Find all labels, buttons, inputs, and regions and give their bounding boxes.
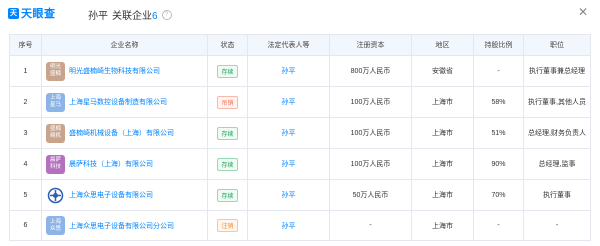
row-index: 5 [9, 179, 42, 211]
col-header-capital: 注册资本 [329, 34, 412, 56]
row-index: 6 [9, 210, 42, 241]
row-index: 1 [9, 55, 42, 87]
position: - [523, 210, 591, 241]
region: 上海市 [411, 86, 474, 118]
close-icon[interactable]: ✕ [578, 5, 588, 19]
region: 上海市 [411, 210, 474, 241]
legal-rep-link[interactable]: 孙平 [282, 68, 296, 75]
row-index: 4 [9, 148, 42, 180]
registered-capital: 800万人民币 [329, 55, 412, 87]
table-header-row: 序号 企业名称 状态 法定代表人等 注册资本 地区 持股比例 职位 [9, 34, 591, 56]
company-logo: 上海 众思 [46, 216, 65, 235]
legal-rep-link[interactable]: 孙平 [282, 99, 296, 106]
company-logo: 盛楠 崎机 [46, 123, 65, 143]
registered-capital: - [329, 210, 412, 241]
position: 总经理,监事 [523, 148, 591, 180]
table-row: 1 明光 盛楠 明光盛楠崎生物科技有限公司 存续 孙平 800万人民币 安徽省 … [9, 55, 591, 87]
logo-mark: 天 [8, 7, 19, 19]
related-count: 6 [152, 11, 158, 22]
tianyancha-logo: 天 天眼查 [8, 6, 56, 20]
status-badge: 存续 [217, 157, 238, 171]
table-row: 2 上海 星马 上海星马数控设备制造有限公司 吊销 孙平 100万人民币 上海市… [9, 86, 591, 118]
company-logo: 明光 盛楠 [46, 61, 65, 81]
registered-capital: 50万人民币 [329, 179, 412, 211]
status-badge: 吊销 [217, 95, 238, 109]
company-link[interactable]: 晨萨科技（上海）有限公司 [69, 159, 153, 169]
related-companies-table: 序号 企业名称 状态 法定代表人等 注册资本 地区 持股比例 职位 1 明光 盛… [9, 34, 591, 241]
region: 上海市 [411, 148, 474, 180]
legal-rep-link[interactable]: 孙平 [282, 223, 296, 230]
company-logo: 晨萨 科技 [46, 154, 65, 174]
share-ratio: - [473, 55, 524, 87]
legal-rep-link[interactable]: 孙平 [282, 130, 296, 137]
registered-capital: 100万人民币 [329, 117, 412, 149]
title-person: 孙平 [88, 11, 108, 22]
dialog-title: 孙平 关联企业6 ? [88, 7, 172, 22]
col-header-index: 序号 [9, 34, 42, 56]
logo-text: 天眼查 [21, 8, 56, 20]
question-icon[interactable]: ? [161, 9, 172, 20]
col-header-status: 状态 [207, 34, 248, 56]
share-ratio: 51% [473, 117, 524, 149]
position: 总经理,财务负责人 [523, 117, 591, 149]
share-ratio: - [473, 210, 524, 241]
registered-capital: 100万人民币 [329, 86, 412, 118]
table-row: 4 晨萨 科技 晨萨科技（上海）有限公司 存续 孙平 100万人民币 上海市 9… [9, 148, 591, 180]
position: 执行董事兼总经理 [523, 55, 591, 87]
registered-capital: 100万人民币 [329, 148, 412, 180]
status-badge: 存续 [217, 126, 238, 140]
row-index: 2 [9, 86, 42, 118]
region: 上海市 [411, 117, 474, 149]
company-logo: 上海 星马 [46, 92, 65, 112]
share-ratio: 58% [473, 86, 524, 118]
title-label: 关联企业6 [112, 11, 158, 22]
status-badge: 注销 [217, 219, 238, 232]
table-row: 3 盛楠 崎机 盛楠崎机械设备（上海）有限公司 存续 孙平 100万人民币 上海… [9, 117, 591, 149]
position: 执行董事 [523, 179, 591, 211]
legal-rep-link[interactable]: 孙平 [282, 192, 296, 199]
col-header-share: 持股比例 [473, 34, 524, 56]
status-badge: 存续 [217, 64, 238, 78]
share-ratio: 90% [473, 148, 524, 180]
dialog-header: 天 天眼查 孙平 关联企业6 ? ✕ [0, 0, 600, 28]
share-ratio: 70% [473, 179, 524, 211]
col-header-legal-rep: 法定代表人等 [247, 34, 330, 56]
company-link[interactable]: 盛楠崎机械设备（上海）有限公司 [69, 128, 174, 138]
table-row: 6 上海 众思 上海众思电子设备有限公司分公司 注销 孙平 - 上海市 - - [9, 210, 591, 241]
col-header-region: 地区 [411, 34, 474, 56]
status-badge: 存续 [217, 188, 238, 202]
company-link[interactable]: 上海众思电子设备有限公司 [69, 190, 153, 200]
company-link[interactable]: 上海星马数控设备制造有限公司 [69, 97, 167, 107]
table-row: 5 上海众思电子设备有限公司 存续 孙平 50万人民币 上海市 70% 执行董事 [9, 179, 591, 211]
company-emblem-icon [46, 185, 65, 205]
region: 安徽省 [411, 55, 474, 87]
col-header-company: 企业名称 [41, 34, 208, 56]
company-link[interactable]: 上海众思电子设备有限公司分公司 [69, 221, 174, 231]
row-index: 3 [9, 117, 42, 149]
col-header-position: 职位 [523, 34, 591, 56]
legal-rep-link[interactable]: 孙平 [282, 161, 296, 168]
position: 执行董事,其他人员 [523, 86, 591, 118]
region: 上海市 [411, 179, 474, 211]
company-link[interactable]: 明光盛楠崎生物科技有限公司 [69, 66, 160, 76]
